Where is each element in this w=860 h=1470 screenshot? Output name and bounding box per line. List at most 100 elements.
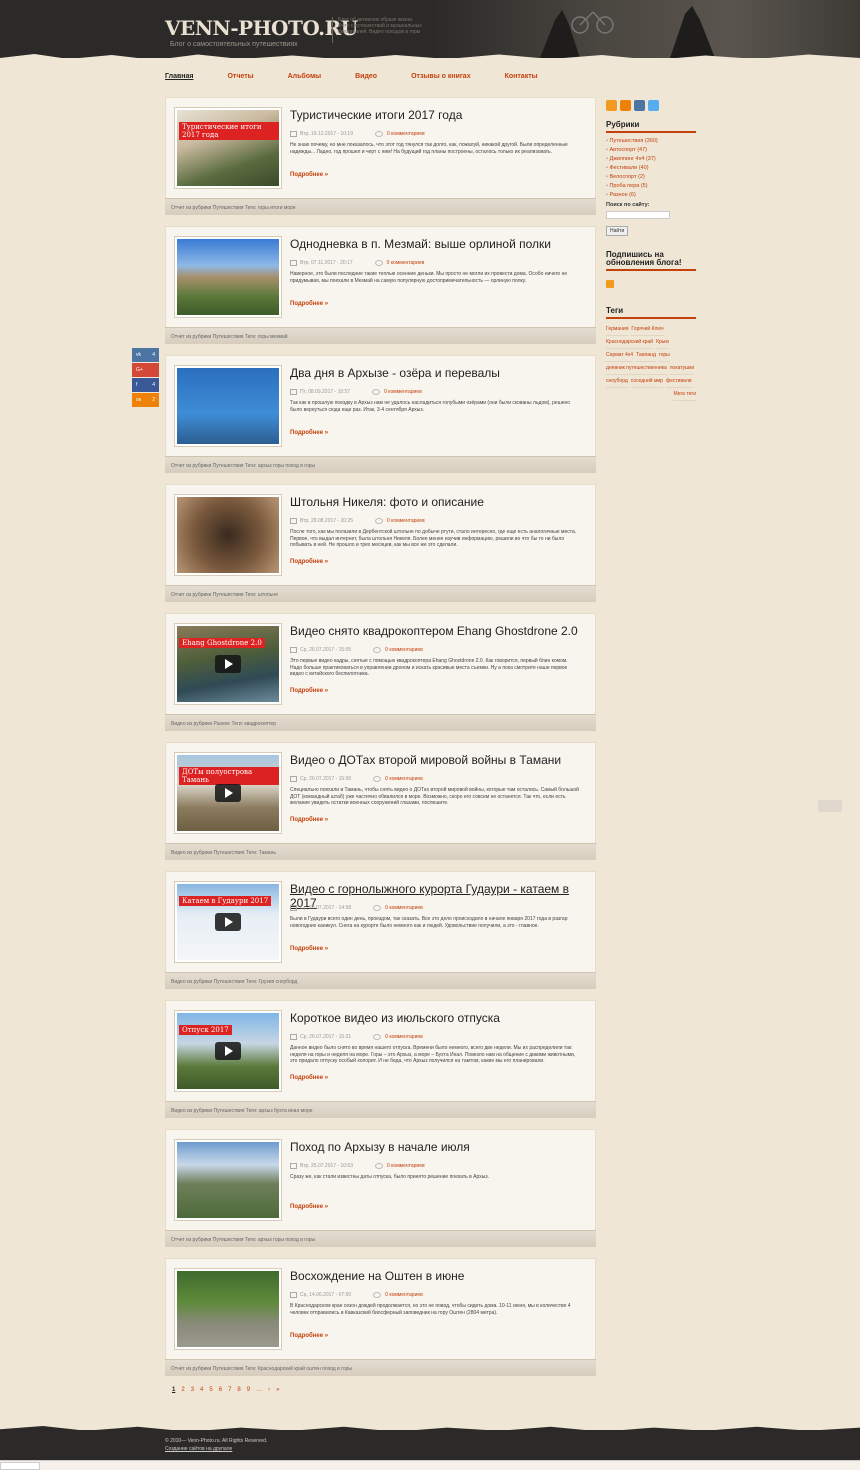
read-more-link[interactable]: Подробнее »: [290, 688, 328, 694]
comment-icon: [374, 260, 383, 266]
nav-item-albums[interactable]: Альбомы: [288, 73, 321, 80]
share-ok-button[interactable]: ок 2: [132, 393, 159, 407]
read-more-link[interactable]: Подробнее »: [290, 946, 328, 952]
footer-link[interactable]: Создание сайтов на друпале: [165, 1446, 232, 1452]
share-vk-button[interactable]: vk 4: [132, 348, 159, 362]
rss-icon[interactable]: [606, 280, 614, 288]
post-thumbnail[interactable]: [174, 494, 282, 576]
tag-link[interactable]: Крым: [656, 336, 669, 349]
tag-link[interactable]: Горячий Ключ: [631, 323, 664, 336]
tag-link[interactable]: горы: [658, 349, 670, 362]
rubric-item[interactable]: Автоспорт (47): [606, 146, 696, 155]
read-more-link[interactable]: Подробнее »: [290, 817, 328, 823]
post-thumbnail[interactable]: Катаем в Гудаури 2017: [174, 881, 282, 963]
post-thumbnail[interactable]: [174, 365, 282, 447]
comments-link[interactable]: 0 комментариев: [373, 1292, 423, 1298]
read-more-link[interactable]: Подробнее »: [290, 1333, 328, 1339]
page-link[interactable]: 3: [191, 1387, 194, 1393]
play-icon[interactable]: [215, 913, 241, 931]
share-facebook-button[interactable]: f4: [132, 378, 159, 392]
tag-link[interactable]: сноуборд: [606, 375, 628, 388]
scroll-to-top-button[interactable]: [818, 800, 842, 812]
post-title[interactable]: Видео снято квадрокоптером Ehang Ghostdr…: [290, 624, 585, 638]
twitter-icon[interactable]: [648, 100, 659, 111]
play-icon[interactable]: [215, 655, 241, 673]
read-more-link[interactable]: Подробнее »: [290, 1204, 328, 1210]
page-link[interactable]: 1: [172, 1387, 175, 1393]
post-thumbnail[interactable]: [174, 236, 282, 318]
comments-link[interactable]: 0 комментариев: [373, 905, 423, 911]
tag-link[interactable]: Краснодарский край: [606, 336, 654, 349]
post-title[interactable]: Поход по Архызу в начале июля: [290, 1140, 585, 1154]
rubric-item[interactable]: Проба пера (5): [606, 182, 696, 191]
rubric-item[interactable]: Путешествия (360): [606, 137, 696, 146]
comments-link[interactable]: 0 комментариев: [375, 518, 425, 524]
read-more-link[interactable]: Подробнее »: [290, 430, 328, 436]
share-gplus-button[interactable]: G+: [132, 363, 159, 377]
nav-item-contacts[interactable]: Контакты: [505, 73, 538, 80]
post-thumbnail[interactable]: Отпуск 2017: [174, 1010, 282, 1092]
read-more-link[interactable]: Подробнее »: [290, 559, 328, 565]
rubric-item[interactable]: Фестивали (40): [606, 164, 696, 173]
post-excerpt: Данное видео было снято во время нашего …: [290, 1045, 576, 1064]
page-link[interactable]: ›: [268, 1387, 270, 1393]
play-icon[interactable]: [215, 784, 241, 802]
rss-icon[interactable]: [606, 100, 617, 111]
post-title[interactable]: Штольня Никеля: фото и описание: [290, 495, 585, 509]
page-link[interactable]: 7: [228, 1387, 231, 1393]
nav-item-book-reviews[interactable]: Отзывы о книгах: [411, 73, 471, 80]
post-thumbnail[interactable]: ДОТы полуострова Тамань: [174, 752, 282, 834]
nav-item-video[interactable]: Видео: [355, 73, 377, 80]
nav-item-reports[interactable]: Отчеты: [227, 73, 253, 80]
post-title[interactable]: Видео о ДОТах второй мировой войны в Там…: [290, 753, 585, 767]
read-more-link[interactable]: Подробнее »: [290, 301, 328, 307]
post-card: Восхождение на Оштен в июне Ср, 14.06.20…: [165, 1258, 596, 1376]
page-link[interactable]: 8: [237, 1387, 240, 1393]
tag-link[interactable]: Германия: [606, 323, 629, 336]
tag-link[interactable]: Таиланд: [636, 349, 656, 362]
post-title[interactable]: Два дня в Архызе - озёра и перевалы: [290, 366, 585, 380]
post-excerpt: Так как в прошлую поездку в Архыз нам не…: [290, 400, 571, 413]
rubric-item[interactable]: Джиппинг 4х4 (37): [606, 155, 696, 164]
comments-link[interactable]: 0 комментариев: [372, 389, 422, 395]
search-button[interactable]: Найти: [606, 226, 629, 236]
tag-link[interactable]: фестивали: [665, 375, 692, 388]
search-input[interactable]: [606, 211, 670, 219]
post-thumbnail[interactable]: Туристические итоги 2017 года: [174, 107, 282, 189]
tag-link[interactable]: соседний мир: [630, 375, 663, 388]
post-thumbnail[interactable]: [174, 1268, 282, 1350]
nav-item-home[interactable]: Главная: [165, 73, 193, 80]
rubric-item[interactable]: Разное (6): [606, 191, 696, 200]
post-thumbnail[interactable]: Ehang Ghostdrone 2.0: [174, 623, 282, 705]
post-thumbnail[interactable]: [174, 1139, 282, 1221]
post-title[interactable]: Туристические итоги 2017 года: [290, 108, 585, 122]
comments-link[interactable]: 0 комментариев: [373, 776, 423, 782]
comments-link[interactable]: 0 комментариев: [375, 1163, 425, 1169]
play-icon[interactable]: [215, 1042, 241, 1060]
page-link[interactable]: 9: [247, 1387, 250, 1393]
page-link[interactable]: »: [276, 1387, 279, 1393]
tag-link[interactable]: покатушки: [669, 362, 695, 375]
post-title[interactable]: Короткое видео из июльского отпуска: [290, 1011, 585, 1025]
page-link[interactable]: 6: [219, 1387, 222, 1393]
page-link[interactable]: 5: [209, 1387, 212, 1393]
read-more-link[interactable]: Подробнее »: [290, 1075, 328, 1081]
comments-link[interactable]: 0 комментариев: [375, 131, 425, 137]
comments-link[interactable]: 0 комментариев: [374, 260, 424, 266]
post-title[interactable]: Однодневка в п. Мезмай: выше орлиной пол…: [290, 237, 585, 251]
post-date: Ср, 26.07.2017 - 15:21: [300, 1034, 352, 1040]
tag-link[interactable]: Сармат 4х4: [606, 349, 634, 362]
comments-link[interactable]: 0 комментариев: [373, 1034, 423, 1040]
tag-link[interactable]: дневник путешественника: [606, 362, 667, 375]
post-title[interactable]: Восхождение на Оштен в июне: [290, 1269, 585, 1283]
comments-link[interactable]: 0 комментариев: [373, 647, 423, 653]
page-link[interactable]: 4: [200, 1387, 203, 1393]
odnoklassniki-icon[interactable]: [620, 100, 631, 111]
tag-link[interactable]: Мега теги: [673, 388, 696, 401]
vk-icon[interactable]: [634, 100, 645, 111]
read-more-link[interactable]: Подробнее »: [290, 172, 328, 178]
site-logo[interactable]: VENN-PHOTO.RU: [165, 16, 358, 40]
page-link[interactable]: 2: [181, 1387, 184, 1393]
rubrics-title: Рубрики: [606, 121, 696, 133]
rubric-item[interactable]: Велоспорт (2): [606, 173, 696, 182]
